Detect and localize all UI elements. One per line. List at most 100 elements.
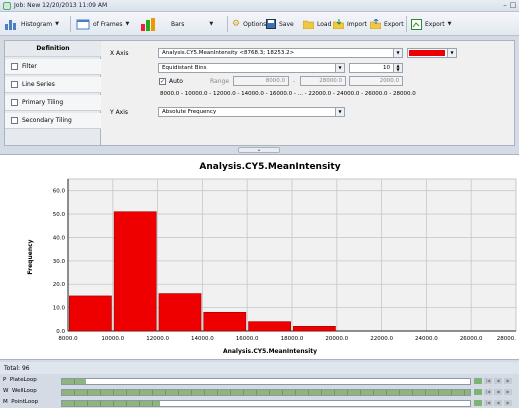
- first-icon[interactable]: |◀: [484, 389, 492, 395]
- export-icon: [370, 19, 381, 29]
- stepper-arrows-icon[interactable]: ▲ ▼: [393, 64, 402, 72]
- folder-icon: [303, 20, 314, 29]
- y-tick-label: 60.0: [53, 189, 66, 195]
- x-axis-title: Analysis.CY5.MeanIntensity: [223, 348, 317, 355]
- y-tick-label: 10.0: [53, 306, 66, 312]
- chart-title: Analysis.CY5.MeanIntensity: [199, 162, 340, 172]
- import-button[interactable]: Import: [333, 16, 367, 32]
- separator: [406, 16, 407, 32]
- binning-select[interactable]: Equidistant Bins ▼: [158, 63, 345, 73]
- chevron-down-icon: ▼: [447, 49, 456, 57]
- frames-dropdown[interactable]: of Frames ▼: [76, 16, 129, 32]
- x-tick-label: 26000.0: [460, 336, 483, 342]
- gear-icon: ⚙: [232, 19, 241, 29]
- prev-icon[interactable]: ◀: [494, 389, 502, 395]
- range-max-input[interactable]: 28000.0: [300, 76, 346, 86]
- export-sheet-icon: [411, 18, 422, 30]
- export-button[interactable]: Export: [370, 16, 404, 32]
- y-tick-label: 0.0: [56, 329, 65, 335]
- title-bar: Job: New 12/20/2013 11:09 AM – □: [0, 0, 519, 12]
- stop-icon[interactable]: [474, 400, 482, 406]
- auto-checkbox[interactable]: [159, 78, 166, 85]
- prev-icon[interactable]: ◀: [494, 400, 502, 406]
- x-axis-label: X Axis: [110, 50, 129, 57]
- tab-secondary-tiling[interactable]: Secondary Tiling: [5, 113, 101, 129]
- options-button[interactable]: ⚙ Options: [232, 16, 266, 32]
- y-tick-label: 40.0: [53, 235, 66, 241]
- definition-tabs: Definition Filter Line Series Primary Ti…: [5, 41, 101, 145]
- chevron-down-icon: ▼: [209, 21, 214, 27]
- x-tick-label: 28000.: [497, 336, 516, 342]
- save-button[interactable]: Save: [266, 16, 294, 32]
- tab-line-series[interactable]: Line Series: [5, 77, 101, 93]
- x-tick-label: 24000.0: [415, 336, 438, 342]
- well-loop-progress[interactable]: [61, 389, 471, 396]
- range-label: Range: [210, 78, 230, 85]
- x-tick-label: 12000.0: [146, 336, 169, 342]
- separator: [70, 16, 71, 32]
- point-loop-progress[interactable]: [61, 400, 471, 407]
- export-menu-button[interactable]: Export ▼: [411, 16, 452, 32]
- y-axis-select[interactable]: Absolute Frequency ▼: [158, 107, 345, 117]
- range-dash: -: [293, 78, 296, 85]
- next-icon[interactable]: ▶: [504, 400, 512, 406]
- plate-loop-label: PlateLoop: [9, 377, 37, 383]
- first-icon[interactable]: |◀: [484, 378, 492, 384]
- visualization-dropdown[interactable]: Histogram ▼: [4, 16, 59, 32]
- y-tick-label: 50.0: [53, 212, 66, 218]
- auto-toggle[interactable]: Auto: [159, 78, 183, 85]
- x-tick-label: 10000.0: [101, 336, 124, 342]
- step-input[interactable]: 2000.0: [349, 76, 403, 86]
- import-icon: [333, 19, 344, 29]
- tab-filter[interactable]: Filter: [5, 59, 101, 75]
- app-icon: [3, 2, 11, 10]
- window-title: Job: New 12/20/2013 11:09 AM: [14, 2, 108, 9]
- x-axis-select[interactable]: Analysis.CY5.MeanIntensity <8768.3; 1825…: [158, 48, 403, 58]
- histogram-bar: [69, 295, 112, 332]
- first-icon[interactable]: |◀: [484, 400, 492, 406]
- tab-definition[interactable]: Definition: [5, 41, 101, 57]
- separator: [227, 16, 228, 32]
- plate-loop-progress[interactable]: [61, 378, 471, 385]
- total-count: Total: 96: [0, 362, 519, 374]
- next-icon[interactable]: ▶: [504, 389, 512, 395]
- primary-tiling-checkbox[interactable]: [11, 99, 18, 106]
- bar-color-picker[interactable]: ▼: [407, 48, 457, 58]
- chevron-down-icon: ▼: [335, 64, 344, 72]
- panel-splitter[interactable]: ▴: [238, 147, 280, 153]
- secondary-tiling-checkbox[interactable]: [11, 117, 18, 124]
- bars-dropdown[interactable]: Bars ▼: [140, 16, 213, 32]
- well-loop-nav: |◀ ◀ ▶: [474, 389, 512, 395]
- x-tick-label: 18000.0: [281, 336, 304, 342]
- load-button[interactable]: Load: [303, 16, 331, 32]
- chevron-down-icon: ▼: [393, 49, 402, 57]
- chevron-down-icon: ▼: [335, 108, 344, 116]
- y-axis-title: Frequency: [27, 239, 34, 274]
- prev-icon[interactable]: ◀: [494, 378, 502, 384]
- stop-icon[interactable]: [474, 378, 482, 384]
- histogram-bar: [248, 321, 291, 332]
- restore-icon[interactable]: □: [509, 1, 517, 9]
- x-tick-label: 22000.0: [370, 336, 393, 342]
- filter-checkbox[interactable]: [11, 63, 18, 70]
- chart-area: Analysis.CY5.MeanIntensity 0.0 10.0 20.0 30…: [0, 154, 519, 360]
- minimize-icon[interactable]: –: [501, 1, 509, 9]
- floppy-icon: [266, 19, 276, 29]
- chevron-down-icon: ▼: [55, 21, 59, 27]
- x-tick-label: 8000.0: [58, 336, 78, 342]
- x-tick-label: 16000.0: [236, 336, 259, 342]
- tab-primary-tiling[interactable]: Primary Tiling: [5, 95, 101, 111]
- next-icon[interactable]: ▶: [504, 378, 512, 384]
- histogram-chart: Analysis.CY5.MeanIntensity 0.0 10.0 20.0 30…: [27, 162, 517, 355]
- stop-icon[interactable]: [474, 389, 482, 395]
- y-tick-label: 20.0: [53, 282, 66, 288]
- point-loop-label: PointLoop: [11, 399, 39, 405]
- histogram-bar: [158, 293, 202, 332]
- toolbar: Histogram ▼ of Frames ▼ Bars ▼ ⚙ Options Sav…: [0, 12, 519, 36]
- line-series-checkbox[interactable]: [11, 81, 18, 88]
- bins-stepper[interactable]: 10 ▲ ▼: [349, 63, 403, 73]
- y-tick-label: 30.0: [53, 259, 66, 265]
- color-swatch: [409, 50, 445, 56]
- point-loop-row: M PointLoop |◀ ◀ ▶: [0, 398, 519, 408]
- range-min-input[interactable]: 8000.0: [233, 76, 289, 86]
